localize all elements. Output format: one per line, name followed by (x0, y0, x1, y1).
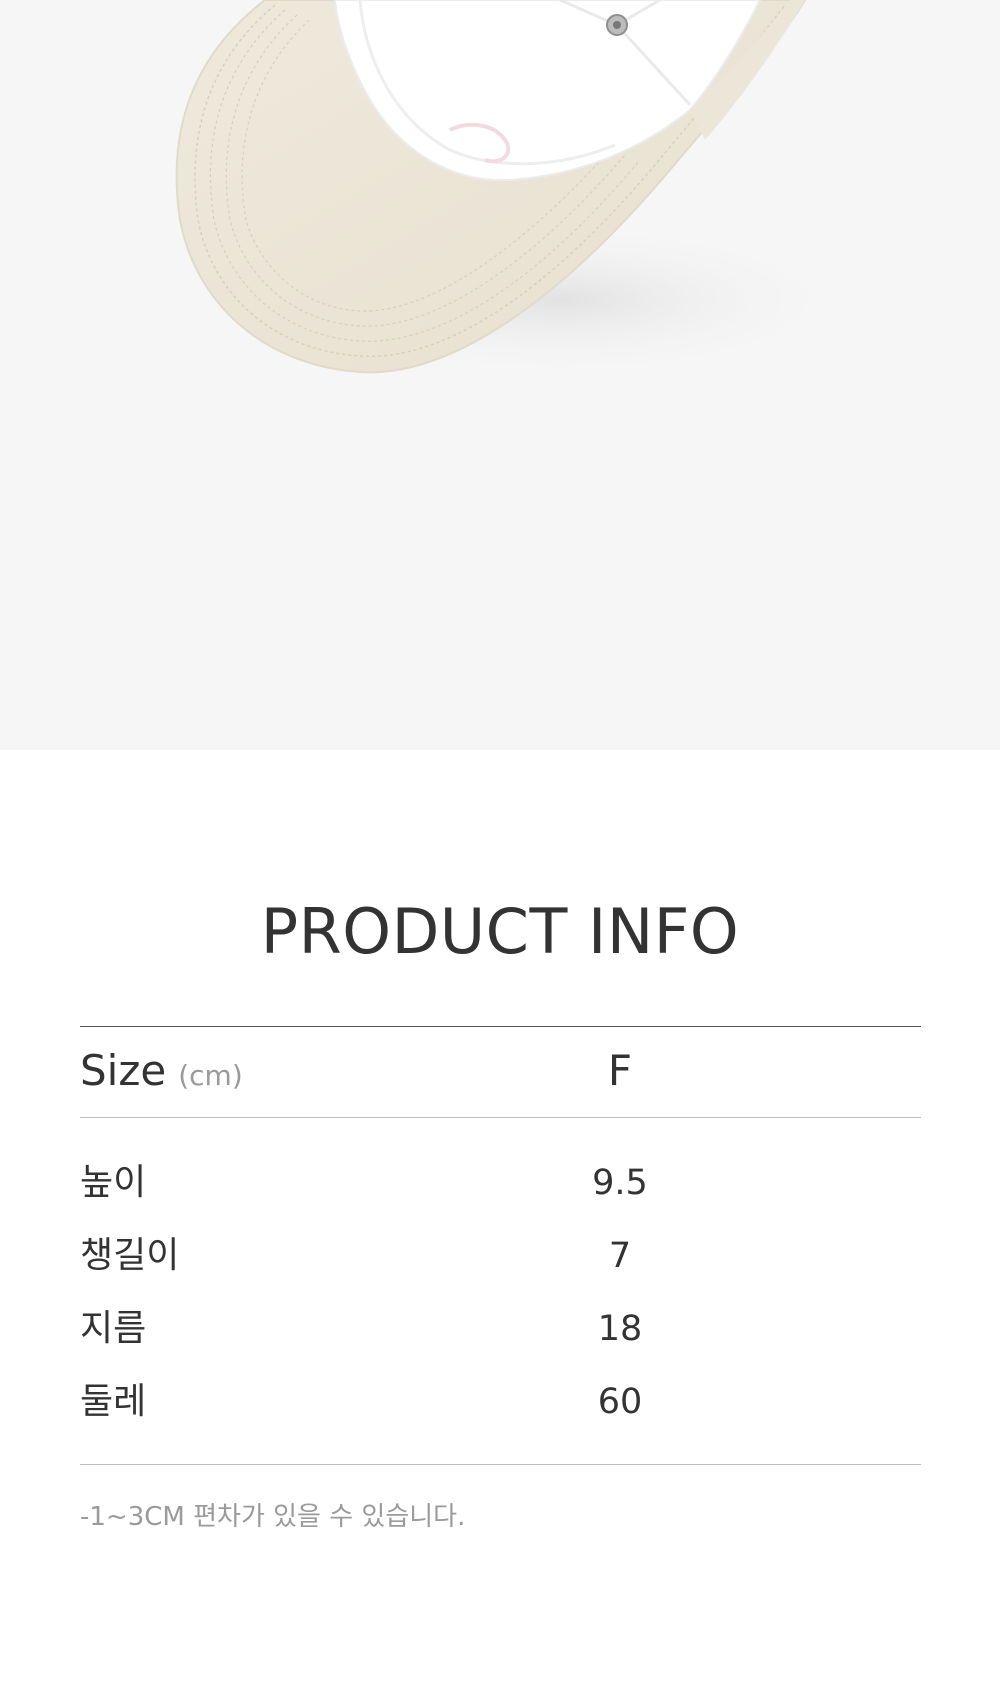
table-header-rule (80, 1117, 921, 1118)
table-row: 높이 9.5 (80, 1158, 921, 1208)
table-top-rule (80, 1026, 921, 1027)
size-header: Size (cm) (80, 1046, 243, 1096)
row-label: 지름 (80, 1308, 147, 1349)
table-row: 챙길이 7 (80, 1231, 921, 1281)
row-value: 7 (608, 1236, 632, 1276)
size-deviation-note: -1~3CM 편차가 있을 수 있습니다. (80, 1502, 466, 1532)
size-header-value: F (607, 1046, 633, 1095)
table-bottom-rule (80, 1464, 921, 1465)
row-value: 9.5 (592, 1163, 648, 1203)
row-value: 18 (597, 1309, 643, 1349)
size-header-label: Size (80, 1046, 167, 1095)
table-row: 지름 18 (80, 1304, 921, 1354)
row-value: 60 (597, 1382, 643, 1422)
row-label: 높이 (80, 1162, 147, 1203)
table-row: 둘레 60 (80, 1377, 921, 1427)
size-header-unit: (cm) (178, 1059, 243, 1092)
product-photo (0, 0, 1000, 750)
cap-image (175, 0, 860, 380)
row-label: 둘레 (80, 1381, 147, 1422)
row-label: 챙길이 (80, 1235, 180, 1276)
section-title: PRODUCT INFO (260, 895, 740, 968)
